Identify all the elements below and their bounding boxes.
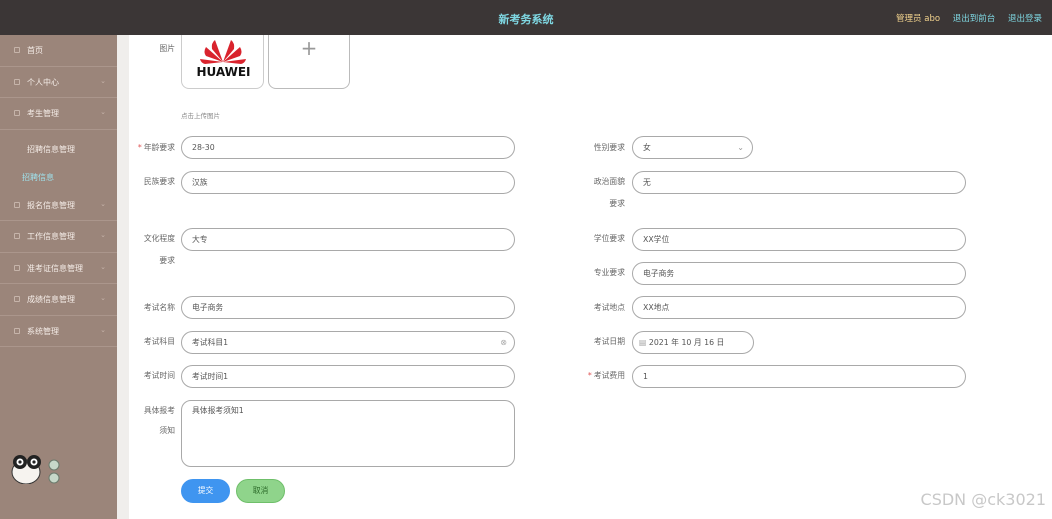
date-value: 2021 年 10 月 16 日 — [648, 338, 725, 347]
major-label: 专业要求 — [593, 268, 625, 277]
sidebar-item-label: 准考证信息管理 — [27, 263, 83, 273]
ethnic-field[interactable]: 汉族 — [181, 171, 515, 194]
mascot-icon — [11, 455, 60, 484]
sidebar-item-home[interactable]: 首页 — [0, 35, 117, 67]
ethnic-label: 民族要求 — [143, 177, 175, 186]
gender-selected-value: 女 — [643, 143, 651, 152]
sidebar-item-label: 考生管理 — [27, 109, 59, 118]
degree-field[interactable]: XX学位 — [632, 228, 966, 251]
chevron-down-icon: ⌄ — [100, 76, 106, 85]
education-field[interactable]: 大专 — [181, 228, 515, 251]
sidebar-item-recruitment-management[interactable]: 招聘信息管理 — [0, 134, 117, 162]
sidebar-item-work[interactable]: 工作信息管理 ⌄ — [0, 221, 117, 253]
upload-hint: 点击上传图片 — [181, 112, 220, 120]
settings-icon — [14, 327, 20, 334]
sidebar-item-label: 成绩信息管理 — [27, 295, 75, 304]
chevron-down-icon: ⌄ — [737, 143, 744, 152]
menu-icon — [14, 110, 20, 116]
age-field[interactable]: 28-30 — [181, 136, 515, 159]
subject-label: 考试科目 — [143, 337, 175, 346]
watermark: CSDN @ck3021 — [920, 490, 1046, 509]
plus-icon: + — [300, 36, 318, 60]
menu-icon — [14, 201, 20, 208]
sidebar-item-scores[interactable]: 成绩信息管理 ⌄ — [0, 284, 117, 316]
top-bar: 新考务系统 管理员 abo 退出到前台 退出登录 — [0, 0, 1052, 35]
menu-icon — [14, 233, 20, 239]
gender-select[interactable]: 女 ⌄ — [632, 136, 753, 159]
exam-place-label: 考试地点 — [593, 303, 625, 312]
gender-label: 性别要求 — [593, 143, 625, 152]
political-field[interactable]: 无 — [632, 171, 966, 194]
sidebar-item-label: 系统管理 — [27, 326, 59, 336]
sidebar-item-label: 个人中心 — [27, 77, 59, 87]
political-label: 政治面貌 — [593, 177, 625, 186]
chevron-down-icon: ⌄ — [100, 325, 106, 334]
current-user: 管理员 abo — [896, 14, 941, 24]
logout-link[interactable]: 退出登录 — [1008, 14, 1042, 24]
education-label-cont: 要求 — [159, 256, 175, 265]
chevron-down-icon: ⌄ — [100, 199, 106, 208]
menu-icon — [14, 264, 20, 271]
sidebar-item-system[interactable]: 系统管理 ⌄ — [0, 316, 117, 347]
major-field[interactable]: 电子商务 — [632, 262, 966, 285]
calendar-icon: ▤ — [639, 338, 647, 347]
user-icon — [14, 78, 20, 85]
subject-field[interactable]: 考试科目1 ⊗ — [181, 331, 515, 354]
chevron-down-icon: ⌄ — [100, 231, 106, 239]
time-label: 考试时间 — [143, 371, 175, 380]
chevron-down-icon: ⌄ — [100, 294, 106, 302]
menu-icon — [14, 296, 20, 302]
exam-name-label: 考试名称 — [143, 303, 175, 312]
sidebar-item-label: 工作信息管理 — [27, 232, 75, 241]
sidebar-item-label: 首页 — [27, 46, 43, 55]
sidebar-item-label: 招聘信息 — [22, 172, 54, 182]
exam-place-field[interactable]: XX地点 — [632, 296, 966, 319]
uploaded-image[interactable]: HUAWEI — [181, 35, 264, 89]
notice-label: 具体报考 — [143, 406, 175, 415]
home-icon — [14, 47, 20, 53]
sidebar-item-candidates[interactable]: 考生管理 ⌄ — [0, 98, 117, 130]
degree-label: 学位要求 — [593, 234, 625, 243]
submit-button[interactable]: 提交 — [181, 479, 230, 503]
education-label: 文化程度 — [143, 234, 175, 243]
political-label-cont: 要求 — [609, 199, 625, 208]
notice-textarea[interactable]: 具体报考须知1 — [181, 400, 515, 467]
fee-field[interactable]: 1 — [632, 365, 966, 388]
chevron-down-icon: ⌄ — [100, 108, 106, 116]
sidebar-item-label: 报名信息管理 — [27, 200, 75, 210]
date-label: 考试日期 — [593, 337, 625, 346]
cancel-button[interactable]: 取消 — [236, 479, 285, 503]
huawei-logo-icon — [200, 40, 246, 64]
sidebar-item-recruitment-info[interactable]: 招聘信息 — [0, 162, 117, 190]
header-actions: 管理员 abo 退出到前台 退出登录 — [886, 12, 1042, 24]
age-label: * 年龄要求 — [137, 143, 175, 152]
sidebar-item-personal-center[interactable]: 个人中心 ⌄ — [0, 67, 117, 98]
image-label: 图片 — [159, 44, 175, 53]
sidebar-item-admission-ticket[interactable]: 准考证信息管理 ⌄ — [0, 253, 117, 284]
image-brand-text: HUAWEI — [196, 65, 251, 79]
back-to-frontend-link[interactable]: 退出到前台 — [953, 14, 996, 24]
date-picker[interactable]: ▤ 2021 年 10 月 16 日 — [632, 331, 754, 354]
subject-value: 考试科目1 — [192, 338, 229, 347]
time-field[interactable]: 考试时间1 — [181, 365, 515, 388]
sidebar-item-registration[interactable]: 报名信息管理 ⌄ — [0, 190, 117, 221]
chevron-down-icon: ⌄ — [100, 262, 106, 271]
sidebar-item-label: 招聘信息管理 — [27, 144, 75, 154]
fee-label: * 考试费用 — [587, 371, 625, 380]
upload-add-button[interactable]: + — [268, 35, 350, 89]
clear-icon[interactable]: ⊗ — [500, 332, 507, 353]
exam-name-field[interactable]: 电子商务 — [181, 296, 515, 319]
notice-label-cont: 须知 — [159, 426, 175, 435]
